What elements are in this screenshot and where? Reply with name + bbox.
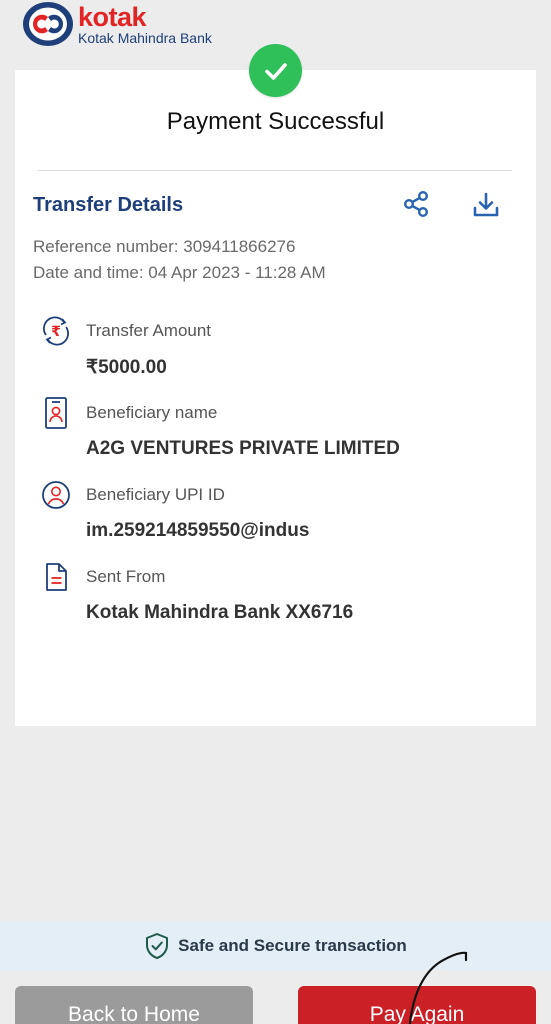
shield-check-icon bbox=[146, 932, 169, 959]
user-circle-icon bbox=[40, 479, 72, 511]
reference-number: Reference number: 309411866276 bbox=[33, 237, 296, 256]
sent-from-label: Sent From bbox=[86, 567, 166, 586]
beneficiary-upi-value: im.259214859550@indus bbox=[86, 520, 310, 541]
download-button[interactable] bbox=[468, 188, 504, 222]
section-title: Transfer Details bbox=[33, 194, 184, 216]
rupee-transfer-icon: ₹ bbox=[40, 315, 72, 347]
pay-again-button[interactable]: Pay Again bbox=[298, 986, 536, 1024]
kotak-logo: kotak Kotak Mahindra Bank bbox=[22, 0, 212, 48]
divider bbox=[38, 170, 512, 171]
beneficiary-name-value: A2G VENTURES PRIVATE LIMITED bbox=[86, 438, 400, 459]
beneficiary-upi-label: Beneficiary UPI ID bbox=[86, 485, 225, 504]
page-title: Payment Successful bbox=[166, 108, 385, 135]
brand-subtitle: Kotak Mahindra Bank bbox=[78, 29, 212, 46]
sent-from-value: Kotak Mahindra Bank XX6716 bbox=[86, 602, 354, 623]
transfer-amount-label: Transfer Amount bbox=[86, 321, 212, 340]
back-to-home-button[interactable]: Back to Home bbox=[15, 986, 253, 1024]
share-icon bbox=[404, 191, 429, 218]
kotak-logo-icon bbox=[23, 2, 73, 46]
id-card-icon bbox=[40, 397, 72, 429]
transfer-amount-value: ₹5000.00 bbox=[86, 357, 167, 378]
share-button[interactable] bbox=[400, 188, 432, 220]
document-icon bbox=[40, 561, 72, 593]
svg-text:₹: ₹ bbox=[51, 324, 61, 340]
download-icon bbox=[473, 192, 499, 217]
secure-transaction-banner: Safe and Secure transaction bbox=[0, 921, 551, 970]
brand-name: kotak bbox=[78, 1, 147, 32]
date-time: Date and time: 04 Apr 2023 - 11:28 AM bbox=[33, 263, 326, 282]
success-check-icon bbox=[249, 44, 302, 97]
secure-transaction-text: Safe and Secure transaction bbox=[178, 935, 407, 955]
beneficiary-name-label: Beneficiary name bbox=[86, 403, 218, 422]
receipt-card bbox=[15, 70, 536, 726]
